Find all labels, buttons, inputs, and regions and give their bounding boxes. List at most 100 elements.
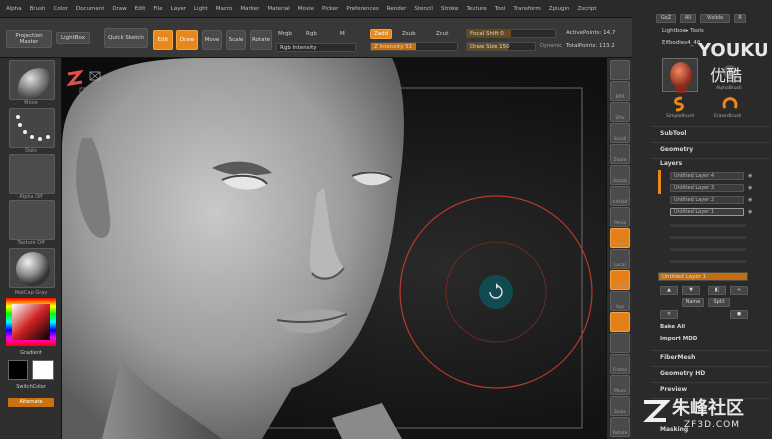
material-thumbnail[interactable] — [9, 248, 55, 288]
menu-item-picker[interactable]: Picker — [322, 6, 338, 12]
dynamic-toggle[interactable]: Dynamic — [540, 43, 562, 49]
alpha-brush-caption: AlphaBrush — [716, 86, 742, 91]
geometry-hd-menu[interactable]: Geometry HD — [660, 370, 705, 377]
mrgb-toggle[interactable]: Mrgb — [278, 31, 292, 37]
menu-item-stencil[interactable]: Stencil — [414, 6, 433, 12]
right-tool-button[interactable] — [610, 312, 630, 332]
z-intensity-slider[interactable]: Z Intensity 51 — [370, 42, 458, 51]
menu-item-preferences[interactable]: Preferences — [346, 6, 378, 12]
layer-item-selected[interactable]: Untitled Layer 1 — [670, 208, 744, 216]
menu-item-edit[interactable]: Edit — [135, 6, 146, 12]
lightbox-tools-button[interactable]: Lightbox▸ Tools — [662, 28, 704, 34]
menu-item-tool[interactable]: Tool — [495, 6, 506, 12]
brush-thumbnail[interactable] — [9, 60, 55, 100]
menu-item-movie[interactable]: Movie — [298, 6, 314, 12]
move-brush-icon — [17, 68, 50, 98]
layers-scrollbar[interactable] — [658, 170, 661, 194]
eye-icon[interactable]: ◉ — [748, 197, 752, 203]
menu-item-light[interactable]: Light — [194, 6, 208, 12]
zadd-button[interactable]: Zadd — [370, 29, 392, 39]
move-button[interactable]: Move — [202, 30, 222, 50]
tool-thumbnail[interactable] — [662, 58, 698, 93]
scale-button[interactable]: Scale — [226, 30, 246, 50]
menu-item-texture[interactable]: Texture — [467, 6, 487, 12]
canvas-viewport[interactable] — [62, 58, 606, 439]
menu-item-render[interactable]: Render — [387, 6, 407, 12]
import-mdd-button[interactable]: Import MDD — [660, 336, 697, 342]
right-tool-button[interactable] — [610, 333, 630, 353]
empty-layer-slot — [670, 260, 746, 263]
menu-item-draw[interactable]: Draw — [112, 6, 126, 12]
switch-color-label[interactable]: SwitchColor — [0, 384, 62, 390]
duplicate-layer-button[interactable]: ◧ — [708, 286, 726, 295]
name-layer-button[interactable]: Name — [682, 298, 704, 307]
right-tool-button[interactable] — [610, 60, 630, 80]
menu-item-stroke[interactable]: Stroke — [441, 6, 459, 12]
texture-thumbnail[interactable] — [9, 200, 55, 240]
menu-item-material[interactable]: Material — [267, 6, 289, 12]
geometry-menu[interactable]: Geometry — [660, 146, 693, 153]
move-layer-up-button[interactable]: ▲ — [660, 286, 678, 295]
eraser-brush-caption: EraserBrush — [714, 114, 742, 119]
right-tool-caption: SPix — [615, 116, 625, 121]
menu-item-alpha[interactable]: Alpha — [6, 6, 22, 12]
move-layer-down-button[interactable]: ▼ — [682, 286, 700, 295]
layer-item[interactable]: Untitled Layer 4 — [670, 172, 744, 180]
layer-item[interactable]: Untitled Layer 3 — [670, 184, 744, 192]
menu-item-marker[interactable]: Marker — [240, 6, 259, 12]
eye-icon[interactable]: ◉ — [748, 209, 752, 215]
main-color-swatch[interactable] — [8, 360, 28, 380]
bake-all-button[interactable]: Bake All — [660, 324, 685, 330]
eye-icon[interactable]: ◉ — [748, 173, 752, 179]
goz-all-button[interactable]: All — [680, 14, 696, 23]
menu-item-brush[interactable]: Brush — [30, 6, 46, 12]
simple-brush-caption: SimpleBrush — [666, 114, 695, 119]
color-picker[interactable] — [6, 298, 56, 346]
goz-button[interactable]: GoZ — [656, 14, 676, 23]
secondary-color-swatch[interactable] — [32, 360, 54, 380]
rotate-button[interactable]: Rotate — [250, 30, 272, 50]
menu-item-zplugin[interactable]: Zplugin — [549, 6, 570, 12]
zsub-button[interactable]: Zsub — [402, 31, 416, 37]
m-toggle[interactable]: M — [340, 31, 345, 37]
preview-menu[interactable]: Preview — [660, 386, 687, 393]
menu-item-color[interactable]: Color — [54, 6, 68, 12]
draw-size-slider[interactable]: Draw Size 150 — [466, 42, 536, 51]
brush-caption: Move — [24, 100, 38, 106]
menu-item-file[interactable]: File — [153, 6, 162, 12]
rgb-intensity-slider[interactable]: Rgb Intensity — [276, 43, 356, 52]
projection-master-button[interactable]: Projection Master — [6, 30, 52, 48]
stroke-thumbnail[interactable] — [9, 108, 55, 148]
layer-intensity-slider[interactable]: Untitled Layer 1 — [658, 272, 748, 281]
lightbox-button[interactable]: LightBox — [56, 32, 90, 44]
menu-item-zscript[interactable]: Zscript — [577, 6, 596, 12]
record-layer-button[interactable]: ● — [730, 310, 748, 319]
simple-brush-thumbnail[interactable] — [672, 96, 686, 112]
gradient-label[interactable]: Gradient — [0, 350, 62, 356]
menu-item-layer[interactable]: Layer — [171, 6, 186, 12]
delete-layer-button[interactable]: ✕ — [660, 310, 678, 319]
layers-menu[interactable]: Layers — [660, 160, 682, 167]
alpha-thumbnail[interactable] — [9, 154, 55, 194]
subtool-menu[interactable]: SubTool — [660, 130, 686, 137]
focal-shift-slider[interactable]: Focal Shift 0 — [466, 29, 556, 38]
edit-button[interactable]: Edit — [153, 30, 173, 50]
camera-icon[interactable] — [89, 71, 101, 81]
goz-r-button[interactable]: R — [734, 14, 746, 23]
zcut-button[interactable]: Zcut — [436, 31, 448, 37]
fibermesh-menu[interactable]: FiberMesh — [660, 354, 695, 361]
draw-button[interactable]: Draw — [176, 30, 198, 50]
new-layer-button[interactable]: + — [730, 286, 748, 295]
eraser-brush-thumbnail[interactable] — [722, 96, 738, 112]
menu-item-document[interactable]: Document — [76, 6, 105, 12]
youku-watermark-cn: 优酷 — [710, 66, 743, 85]
menu-item-transform[interactable]: Transform — [513, 6, 540, 12]
goz-visible-button[interactable]: Visible — [700, 14, 730, 23]
alternate-button[interactable]: Alternate — [8, 398, 54, 407]
split-layer-button[interactable]: Split — [708, 298, 730, 307]
quick-sketch-button[interactable]: Quick Sketch — [104, 28, 148, 48]
layer-item[interactable]: Untitled Layer 2 — [670, 196, 744, 204]
rgb-toggle[interactable]: Rgb — [306, 31, 317, 37]
eye-icon[interactable]: ◉ — [748, 185, 752, 191]
menu-item-macro[interactable]: Macro — [216, 6, 233, 12]
